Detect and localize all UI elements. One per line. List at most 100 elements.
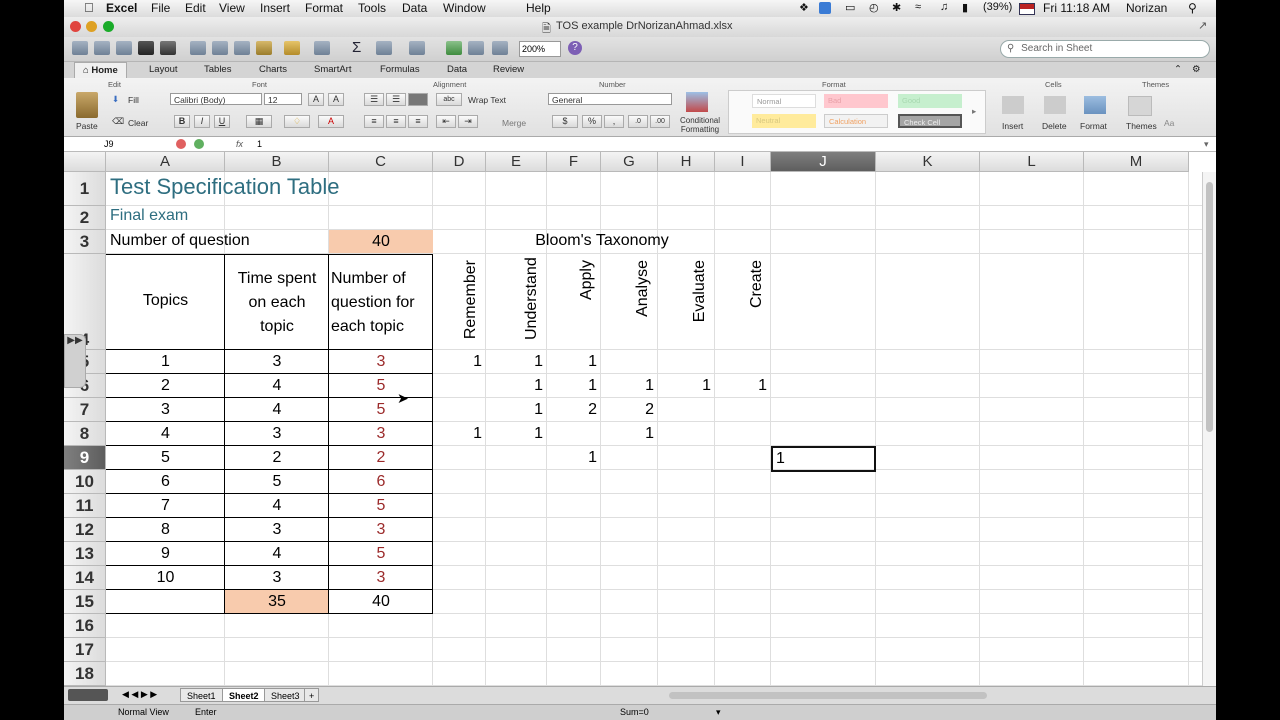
cell-C3-value[interactable]: 40 bbox=[329, 230, 433, 253]
tab-charts[interactable]: Charts bbox=[259, 64, 287, 75]
align-right-icon[interactable]: ≡ bbox=[408, 115, 428, 128]
style-bad[interactable]: Bad bbox=[824, 94, 888, 108]
name-box[interactable]: J9 bbox=[104, 137, 114, 151]
autosum-icon[interactable]: Σ bbox=[352, 39, 361, 56]
column-header-A[interactable]: A bbox=[106, 152, 225, 172]
bloom-taxonomy-header[interactable]: Bloom's Taxonomy bbox=[433, 232, 771, 250]
column-header-C[interactable]: C bbox=[329, 152, 433, 172]
app-status-icon[interactable] bbox=[819, 2, 831, 14]
align-left-icon[interactable]: ≡ bbox=[364, 115, 384, 128]
cell-number-of-question[interactable]: 5 bbox=[329, 495, 433, 517]
cell-time-spent[interactable]: 3 bbox=[225, 351, 329, 373]
header-topics[interactable]: Topics bbox=[106, 292, 225, 310]
select-all-corner[interactable] bbox=[64, 152, 106, 172]
column-header-L[interactable]: L bbox=[980, 152, 1084, 172]
menu-view[interactable]: View bbox=[219, 1, 245, 15]
row-header-1[interactable]: 1 bbox=[64, 172, 106, 206]
orientation-icon[interactable]: abc bbox=[436, 93, 462, 106]
templates-icon[interactable] bbox=[94, 41, 110, 55]
filter-icon[interactable] bbox=[409, 41, 425, 55]
wifi-icon[interactable]: ≈ bbox=[915, 1, 921, 13]
row-header-18[interactable]: 18 bbox=[64, 662, 106, 686]
underline-button[interactable]: U bbox=[214, 115, 230, 128]
cell-B15-total-time[interactable]: 35 bbox=[225, 590, 329, 614]
bloom-remember[interactable]: Remember bbox=[462, 260, 480, 340]
cell-time-spent[interactable]: 3 bbox=[225, 423, 329, 445]
sheet-tab-2[interactable]: Sheet2 bbox=[222, 688, 266, 702]
minimize-window-button[interactable] bbox=[86, 21, 97, 32]
copy-icon[interactable] bbox=[212, 41, 228, 55]
cell-bloom-count[interactable]: 1 bbox=[658, 375, 711, 397]
format-button[interactable]: Format bbox=[1080, 121, 1107, 131]
clear-button[interactable]: Clear bbox=[128, 118, 148, 128]
confirm-entry-icon[interactable] bbox=[194, 139, 204, 149]
toolbox-icon[interactable] bbox=[492, 41, 508, 55]
bloom-apply[interactable]: Apply bbox=[578, 260, 596, 340]
cell-number-of-question[interactable]: 3 bbox=[329, 351, 433, 373]
toolbox-drawer-handle[interactable]: ▶▶ bbox=[64, 334, 86, 388]
font-name-select[interactable]: Calibri (Body) bbox=[170, 93, 262, 105]
delete-cells-icon[interactable] bbox=[1044, 96, 1066, 114]
percent-style-button[interactable]: % bbox=[582, 115, 602, 128]
row-header-12[interactable]: 12 bbox=[64, 518, 106, 542]
cell-topic[interactable]: 4 bbox=[106, 423, 225, 445]
formula-input[interactable]: 1 bbox=[257, 137, 262, 151]
sort-icon[interactable] bbox=[376, 41, 392, 55]
cell-bloom-count[interactable]: 1 bbox=[433, 423, 482, 445]
cell-time-spent[interactable]: 2 bbox=[225, 447, 329, 469]
cut-icon[interactable] bbox=[190, 41, 206, 55]
bloom-create[interactable]: Create bbox=[748, 260, 766, 340]
tab-tables[interactable]: Tables bbox=[204, 64, 231, 75]
apple-icon[interactable]:  bbox=[84, 0, 94, 15]
cell-number-of-question[interactable]: 5 bbox=[329, 399, 433, 421]
decrease-indent-icon[interactable]: ⇤ bbox=[436, 115, 456, 128]
column-header-E[interactable]: E bbox=[486, 152, 547, 172]
flag-icon[interactable] bbox=[1019, 3, 1035, 15]
save-icon[interactable] bbox=[138, 41, 154, 55]
align-bottom-icon[interactable] bbox=[408, 93, 428, 106]
header-time-spent[interactable]: Time spent on each topic bbox=[225, 267, 329, 339]
cell-C15-total-questions[interactable]: 40 bbox=[329, 590, 433, 614]
menu-edit[interactable]: Edit bbox=[185, 1, 206, 15]
borders-icon[interactable]: ▦ bbox=[246, 115, 272, 128]
bloom-evaluate[interactable]: Evaluate bbox=[691, 260, 709, 340]
paste-button[interactable]: Paste bbox=[76, 121, 98, 131]
tab-smartart[interactable]: SmartArt bbox=[314, 64, 351, 75]
menu-window[interactable]: Window bbox=[443, 1, 486, 15]
cell-bloom-count[interactable]: 1 bbox=[715, 375, 767, 397]
tab-review[interactable]: Review bbox=[493, 64, 524, 75]
battery-icon[interactable]: ▮ bbox=[962, 1, 968, 14]
cell-topic[interactable]: 5 bbox=[106, 447, 225, 469]
column-header-K[interactable]: K bbox=[876, 152, 980, 172]
collapse-ribbon-icon[interactable]: ⌃ bbox=[1174, 64, 1182, 75]
style-normal[interactable]: Normal bbox=[752, 94, 816, 108]
font-size-select[interactable]: 12 bbox=[264, 93, 302, 105]
tab-home[interactable]: ⌂ Home bbox=[74, 62, 127, 78]
zoom-window-button[interactable] bbox=[103, 21, 114, 32]
undo-icon[interactable] bbox=[284, 41, 300, 55]
help-icon[interactable]: ? bbox=[568, 41, 582, 55]
ribbon-settings-icon[interactable]: ⚙ bbox=[1192, 64, 1201, 75]
align-middle-icon[interactable]: ☰ bbox=[386, 93, 406, 106]
style-calculation[interactable]: Calculation bbox=[824, 114, 888, 128]
column-header-G[interactable]: G bbox=[601, 152, 658, 172]
cell-time-spent[interactable]: 3 bbox=[225, 519, 329, 541]
cell-time-spent[interactable]: 4 bbox=[225, 543, 329, 565]
fill-icon[interactable]: ⬇ bbox=[112, 94, 119, 105]
add-sheet-button[interactable]: + bbox=[304, 688, 320, 702]
style-good[interactable]: Good bbox=[898, 94, 962, 108]
column-header-D[interactable]: D bbox=[433, 152, 486, 172]
row-header-3[interactable]: 3 bbox=[64, 230, 106, 254]
cell-topic[interactable]: 6 bbox=[106, 471, 225, 493]
close-window-button[interactable] bbox=[70, 21, 81, 32]
active-cell-J9[interactable]: 1 bbox=[771, 446, 876, 472]
formula-bar-expand-icon[interactable]: ▾ bbox=[1204, 137, 1209, 151]
fill-color-icon[interactable]: ♢ bbox=[284, 115, 310, 128]
cancel-entry-icon[interactable] bbox=[176, 139, 186, 149]
status-sum-dropdown-icon[interactable]: ▾ bbox=[716, 705, 721, 719]
number-format-select[interactable]: General bbox=[548, 93, 672, 105]
themes-icon[interactable] bbox=[1128, 96, 1152, 116]
cell-A3-label[interactable]: Number of question bbox=[110, 232, 250, 250]
status-sum[interactable]: Sum=0 bbox=[620, 705, 649, 719]
column-header-H[interactable]: H bbox=[658, 152, 715, 172]
